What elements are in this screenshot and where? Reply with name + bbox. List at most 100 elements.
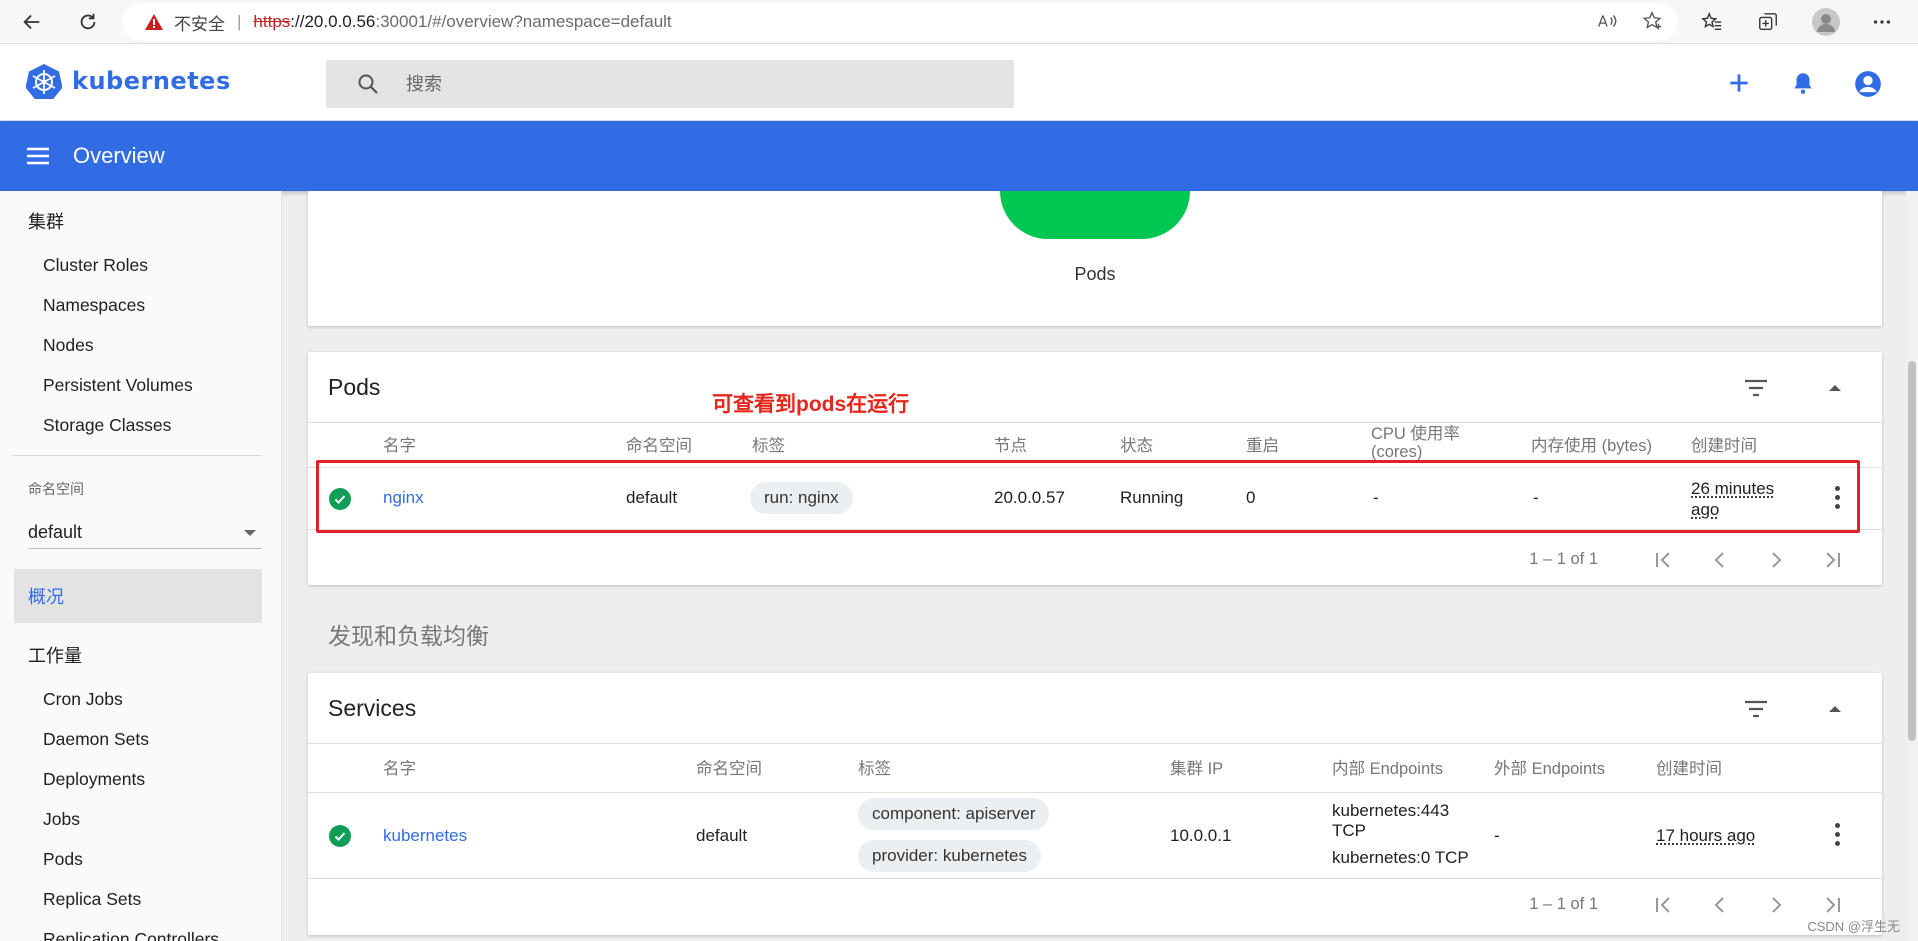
url-path: :30001/#/overview?namespace=default: [375, 12, 672, 31]
sidebar-item-persistent-volumes[interactable]: Persistent Volumes: [43, 375, 193, 396]
service-internal-endpoint: kubernetes:443 TCP: [1332, 801, 1450, 840]
address-bar[interactable]: 不安全 | https://20.0.0.56:30001/#/overview…: [122, 3, 1678, 41]
last-page-icon[interactable]: [1822, 551, 1842, 569]
page-scrollbar[interactable]: [1906, 191, 1918, 941]
notifications-bell-icon[interactable]: [1790, 70, 1816, 98]
collections-icon[interactable]: [1752, 6, 1784, 38]
warning-icon: [144, 13, 164, 31]
pods-status-pie: [1000, 191, 1190, 239]
services-pagination: 1 – 1 of 1: [1529, 895, 1842, 914]
service-namespace: default: [696, 826, 748, 845]
page-toolbar: Overview: [0, 121, 1918, 191]
favorites-icon[interactable]: [1696, 6, 1728, 38]
prev-page-icon[interactable]: [1710, 551, 1730, 569]
url-scheme: https: [253, 12, 291, 31]
filter-icon[interactable]: [1744, 699, 1768, 719]
table-row: kubernetes default component: apiserver …: [308, 793, 1882, 879]
sidebar-item-replication-controllers[interactable]: Replication Controllers: [43, 929, 219, 941]
add-favorite-icon[interactable]: [1642, 10, 1664, 32]
logo-text: kubernetes: [72, 67, 231, 95]
hamburger-menu-icon[interactable]: [26, 145, 50, 167]
insecure-label: 不安全: [174, 14, 225, 34]
scrollbar-thumb[interactable]: [1908, 361, 1916, 741]
collapse-arrow-icon[interactable]: [1828, 383, 1842, 393]
sidebar-item-replica-sets[interactable]: Replica Sets: [43, 889, 141, 910]
url-separator: |: [237, 12, 242, 31]
service-cluster-ip: 10.0.0.1: [1170, 826, 1232, 845]
sidebar-item-overview[interactable]: 概况: [14, 569, 262, 623]
col-external-endpoints: 外部 Endpoints: [1494, 760, 1605, 778]
sidebar-item-namespaces[interactable]: Namespaces: [43, 295, 145, 316]
account-circle-icon[interactable]: [1854, 70, 1882, 98]
col-created[interactable]: 创建时间: [1656, 760, 1722, 778]
sidebar-item-overview-label: 概况: [28, 587, 64, 607]
col-memory: 内存使用 (bytes): [1531, 437, 1653, 455]
first-page-icon[interactable]: [1654, 551, 1674, 569]
namespace-select[interactable]: default: [28, 517, 262, 549]
sidebar-item-cluster-roles[interactable]: Cluster Roles: [43, 255, 148, 276]
prev-page-icon[interactable]: [1710, 896, 1730, 914]
col-node[interactable]: 节点: [994, 437, 1027, 455]
kubernetes-wheel-icon: [26, 64, 62, 99]
more-menu-icon[interactable]: [1866, 6, 1898, 38]
col-name[interactable]: 名字: [383, 760, 416, 778]
svg-text:A: A: [1598, 14, 1608, 31]
row-actions-kebab-icon[interactable]: [1835, 823, 1840, 846]
pagination-count: 1 – 1 of 1: [1529, 550, 1598, 568]
col-namespace: 命名空间: [696, 760, 762, 778]
sidebar-heading-cluster[interactable]: 集群: [28, 208, 64, 234]
read-aloud-icon[interactable]: A: [1596, 10, 1618, 32]
first-page-icon[interactable]: [1654, 896, 1674, 914]
col-cluster-ip: 集群 IP: [1170, 760, 1224, 778]
collapse-arrow-icon[interactable]: [1828, 704, 1842, 714]
kubernetes-logo[interactable]: kubernetes: [26, 63, 231, 99]
pagination-count: 1 – 1 of 1: [1529, 895, 1598, 913]
service-label-chip: provider: kubernetes: [858, 840, 1041, 872]
next-page-icon[interactable]: [1766, 896, 1786, 914]
sidebar-item-cron-jobs[interactable]: Cron Jobs: [43, 689, 123, 710]
back-icon[interactable]: [16, 6, 48, 38]
col-labels: 标签: [752, 437, 785, 455]
col-name[interactable]: 名字: [383, 437, 416, 455]
services-table-header: 名字 命名空间 标签 集群 IP 内部 Endpoints 外部 Endpoin…: [308, 743, 1882, 793]
filter-icon[interactable]: [1744, 378, 1768, 398]
sidebar-item-jobs[interactable]: Jobs: [43, 809, 80, 830]
page-title: Overview: [73, 143, 165, 168]
sidebar-item-daemon-sets[interactable]: Daemon Sets: [43, 729, 149, 750]
search-bar[interactable]: [326, 60, 1014, 108]
refresh-icon[interactable]: [72, 6, 104, 38]
sidebar: 集群 Cluster Roles Namespaces Nodes Persis…: [0, 191, 282, 941]
next-page-icon[interactable]: [1766, 551, 1786, 569]
service-created: 17 hours ago: [1656, 826, 1756, 845]
browser-toolbar: 不安全 | https://20.0.0.56:30001/#/overview…: [0, 0, 1918, 44]
col-internal-endpoints: 内部 Endpoints: [1332, 760, 1443, 778]
col-restarts[interactable]: 重启: [1246, 437, 1279, 455]
namespace-label: 命名空间: [28, 481, 84, 497]
sidebar-item-deployments[interactable]: Deployments: [43, 769, 145, 790]
app-header: kubernetes: [0, 44, 1918, 121]
sidebar-item-pods[interactable]: Pods: [43, 849, 83, 870]
service-internal-endpoint: kubernetes:0 TCP: [1332, 848, 1469, 867]
url-host: ://20.0.0.56: [290, 12, 376, 31]
sidebar-heading-workloads[interactable]: 工作量: [28, 642, 82, 668]
last-page-icon[interactable]: [1822, 896, 1842, 914]
sidebar-item-storage-classes[interactable]: Storage Classes: [43, 415, 171, 436]
col-status[interactable]: 状态: [1120, 437, 1153, 455]
services-card-title: Services: [328, 695, 417, 721]
service-name-link[interactable]: kubernetes: [383, 826, 467, 846]
col-namespace: 命名空间: [626, 437, 692, 455]
col-created[interactable]: 创建时间: [1691, 437, 1757, 455]
service-label-chip: component: apiserver: [858, 798, 1050, 830]
sidebar-divider: [12, 455, 262, 456]
col-labels: 标签: [858, 760, 891, 778]
chart-label-pods: Pods: [1074, 264, 1116, 284]
running-check-icon: [329, 825, 351, 847]
profile-avatar-icon[interactable]: [1810, 6, 1842, 38]
sidebar-item-nodes[interactable]: Nodes: [43, 335, 94, 356]
create-plus-icon[interactable]: [1726, 70, 1752, 98]
namespace-value: default: [28, 522, 83, 542]
search-input[interactable]: [406, 73, 966, 95]
pods-card-title: Pods: [328, 374, 381, 400]
watermark: CSDN @浮生无: [1807, 919, 1900, 934]
dropdown-arrow-icon: [244, 530, 256, 536]
